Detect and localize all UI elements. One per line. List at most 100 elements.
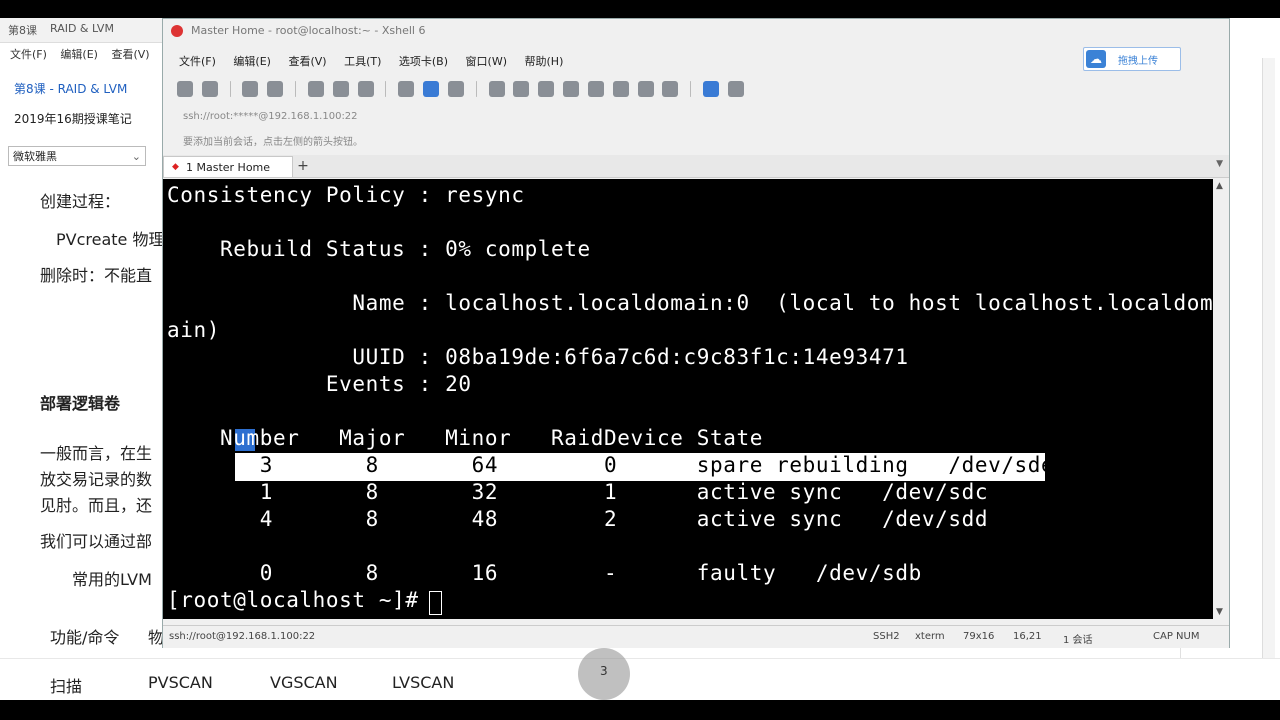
- reconnect-icon[interactable]: [242, 81, 259, 97]
- terminal-area[interactable]: Consistency Policy : resync Rebuild Stat…: [163, 179, 1213, 619]
- terminal-line: Events : 20: [167, 372, 472, 396]
- toolbar-divider: [690, 81, 692, 97]
- status-term: xterm: [915, 631, 945, 642]
- scroll-up-icon[interactable]: ▲: [1216, 181, 1223, 191]
- new-session-icon[interactable]: [177, 81, 193, 97]
- note-line: 见肘。而且，还: [40, 496, 153, 515]
- cloud-icon: ☁: [1086, 50, 1106, 68]
- terminal-line: 1 8 32 1 active sync /dev/sdc: [167, 480, 989, 504]
- upload-label: 拖拽上传: [1118, 56, 1158, 67]
- note-table-row: 扫描 PVSCAN VGSCAN LVSCAN: [0, 658, 1280, 700]
- session-tabbar: ◆ 1 Master Home + ▼: [163, 155, 1229, 178]
- terminal-line: Name : localhost.localdomain:0 (local to…: [167, 291, 1213, 315]
- tab-label: 1 Master Home: [186, 161, 271, 174]
- status-connection: ssh://root@192.168.1.100:22: [169, 631, 316, 642]
- keyboard-icon[interactable]: [587, 81, 604, 97]
- session-status-icon: ◆: [172, 162, 179, 172]
- status-sessions: 1 会话: [1063, 635, 1093, 646]
- note-line: PVcreate 物理: [56, 230, 165, 249]
- note-scrollbar[interactable]: [1262, 58, 1275, 678]
- chat-icon[interactable]: [727, 81, 744, 97]
- terminal-line: Number Major Minor RaidDevice State: [167, 426, 763, 450]
- font-select-value: 微软雅黑: [13, 150, 57, 163]
- help-icon[interactable]: [703, 81, 720, 97]
- status-protocol: SSH2: [873, 631, 900, 642]
- menu-edit[interactable]: 编辑(E): [60, 48, 98, 61]
- terminal-line: Consistency Policy : resync: [167, 183, 525, 207]
- status-cursor-pos: 16,21: [1013, 631, 1042, 642]
- scroll-down-icon[interactable]: ▼: [1216, 607, 1223, 617]
- toolbar-divider: [385, 81, 387, 97]
- toolbar-divider: [475, 81, 477, 97]
- session-tip: 要添加当前会话，点击左侧的箭头按钮。: [183, 137, 363, 148]
- search-icon[interactable]: [357, 81, 374, 97]
- table-cell: 扫描: [50, 677, 83, 696]
- window-title: Master Home - root@localhost:~ - Xshell …: [191, 24, 426, 37]
- click-indicator: 3: [578, 648, 630, 700]
- menu-help[interactable]: 帮助(H): [525, 55, 564, 68]
- shell-prompt: [root@localhost ~]#: [167, 588, 432, 612]
- note-line: 一般而言，在生: [40, 444, 153, 463]
- table-cell: VGSCAN: [270, 673, 338, 692]
- xftp-icon[interactable]: [488, 81, 505, 97]
- list-icon[interactable]: [662, 81, 679, 97]
- menu-window[interactable]: 窗口(W): [466, 55, 507, 68]
- menu-view[interactable]: 查看(V): [288, 55, 326, 68]
- font-select[interactable]: 微软雅黑 ⌄: [8, 146, 146, 166]
- print-icon[interactable]: [398, 81, 415, 97]
- toolbar-divider: [229, 81, 231, 97]
- address-bar[interactable]: ssh://root:*****@192.168.1.100:22: [183, 111, 358, 122]
- upload-button[interactable]: ☁ 拖拽上传: [1083, 47, 1181, 71]
- status-bar: ssh://root@192.168.1.100:22 SSH2 xterm 7…: [163, 625, 1229, 648]
- status-size: 79x16: [963, 631, 995, 642]
- table-cell: PVSCAN: [148, 673, 213, 692]
- note-heading: 部署逻辑卷: [40, 394, 121, 413]
- table-cell: LVSCAN: [392, 673, 455, 692]
- menu-file[interactable]: 文件(F): [179, 55, 216, 68]
- fullscreen-icon[interactable]: [538, 81, 555, 97]
- tab-list-icon[interactable]: ▼: [1216, 159, 1223, 169]
- globe-icon[interactable]: [423, 81, 440, 97]
- note-line: 创建过程：: [40, 192, 121, 211]
- terminal-line: 0 8 16 - faulty /dev/sdb: [167, 561, 922, 585]
- menu-tabs[interactable]: 选项卡(B): [399, 55, 448, 68]
- xshell-toolbar: [177, 77, 749, 101]
- note-line: 放交易记录的数: [40, 470, 153, 489]
- screen: 第8课 RAID & LVM 文件(F) 编辑(E) 查看(V) 第8课 - R…: [0, 0, 1280, 720]
- layout-icon[interactable]: [637, 81, 654, 97]
- terminal-line: Rebuild Status : 0% complete: [167, 237, 591, 261]
- menu-file[interactable]: 文件(F): [10, 48, 47, 61]
- menu-view[interactable]: 查看(V): [111, 48, 149, 61]
- menu-tools[interactable]: 工具(T): [344, 55, 381, 68]
- notebook-selector[interactable]: 2019年16期授课笔记: [14, 110, 132, 127]
- note-app-title-1: 第8课: [8, 24, 37, 37]
- note-app-title-2: RAID & LVM: [50, 22, 114, 35]
- xshell-window: Master Home - root@localhost:~ - Xshell …: [162, 18, 1230, 648]
- font-icon[interactable]: [447, 81, 464, 97]
- xshell-titlebar[interactable]: Master Home - root@localhost:~ - Xshell …: [163, 19, 1229, 43]
- toolbar-divider: [295, 81, 297, 97]
- note-line: 删除时：不能直: [40, 266, 153, 285]
- note-line: 常用的LVM: [72, 570, 152, 589]
- xshell-logo-icon: [171, 25, 183, 37]
- open-folder-icon[interactable]: [201, 81, 218, 97]
- table-header-cell: 功能/命令: [50, 628, 120, 647]
- lock-icon[interactable]: [563, 81, 580, 97]
- tab-master-home[interactable]: ◆ 1 Master Home: [163, 156, 293, 177]
- paste-icon[interactable]: [332, 81, 349, 97]
- menu-edit[interactable]: 编辑(E): [233, 55, 271, 68]
- terminal-line-highlighted: 3 8 64 0 spare rebuilding /dev/sde: [167, 453, 1055, 477]
- disconnect-icon[interactable]: [267, 81, 284, 97]
- new-tab-button[interactable]: +: [295, 156, 311, 176]
- compose-icon[interactable]: [612, 81, 629, 97]
- terminal-scrollbar[interactable]: ▲ ▼: [1213, 179, 1229, 619]
- note-breadcrumb[interactable]: 第8课 - RAID & LVM: [14, 80, 127, 97]
- xshell-menubar: 文件(F) 编辑(E) 查看(V) 工具(T) 选项卡(B) 窗口(W) 帮助(…: [179, 53, 577, 69]
- terminal-line: ain): [167, 318, 220, 342]
- note-line: 我们可以通过部: [40, 532, 153, 551]
- copy-icon[interactable]: [307, 81, 324, 97]
- chevron-down-icon: ⌄: [131, 150, 141, 163]
- status-caps: CAP NUM: [1153, 631, 1200, 642]
- transfer-icon[interactable]: [513, 81, 530, 97]
- text-cursor: [429, 591, 442, 615]
